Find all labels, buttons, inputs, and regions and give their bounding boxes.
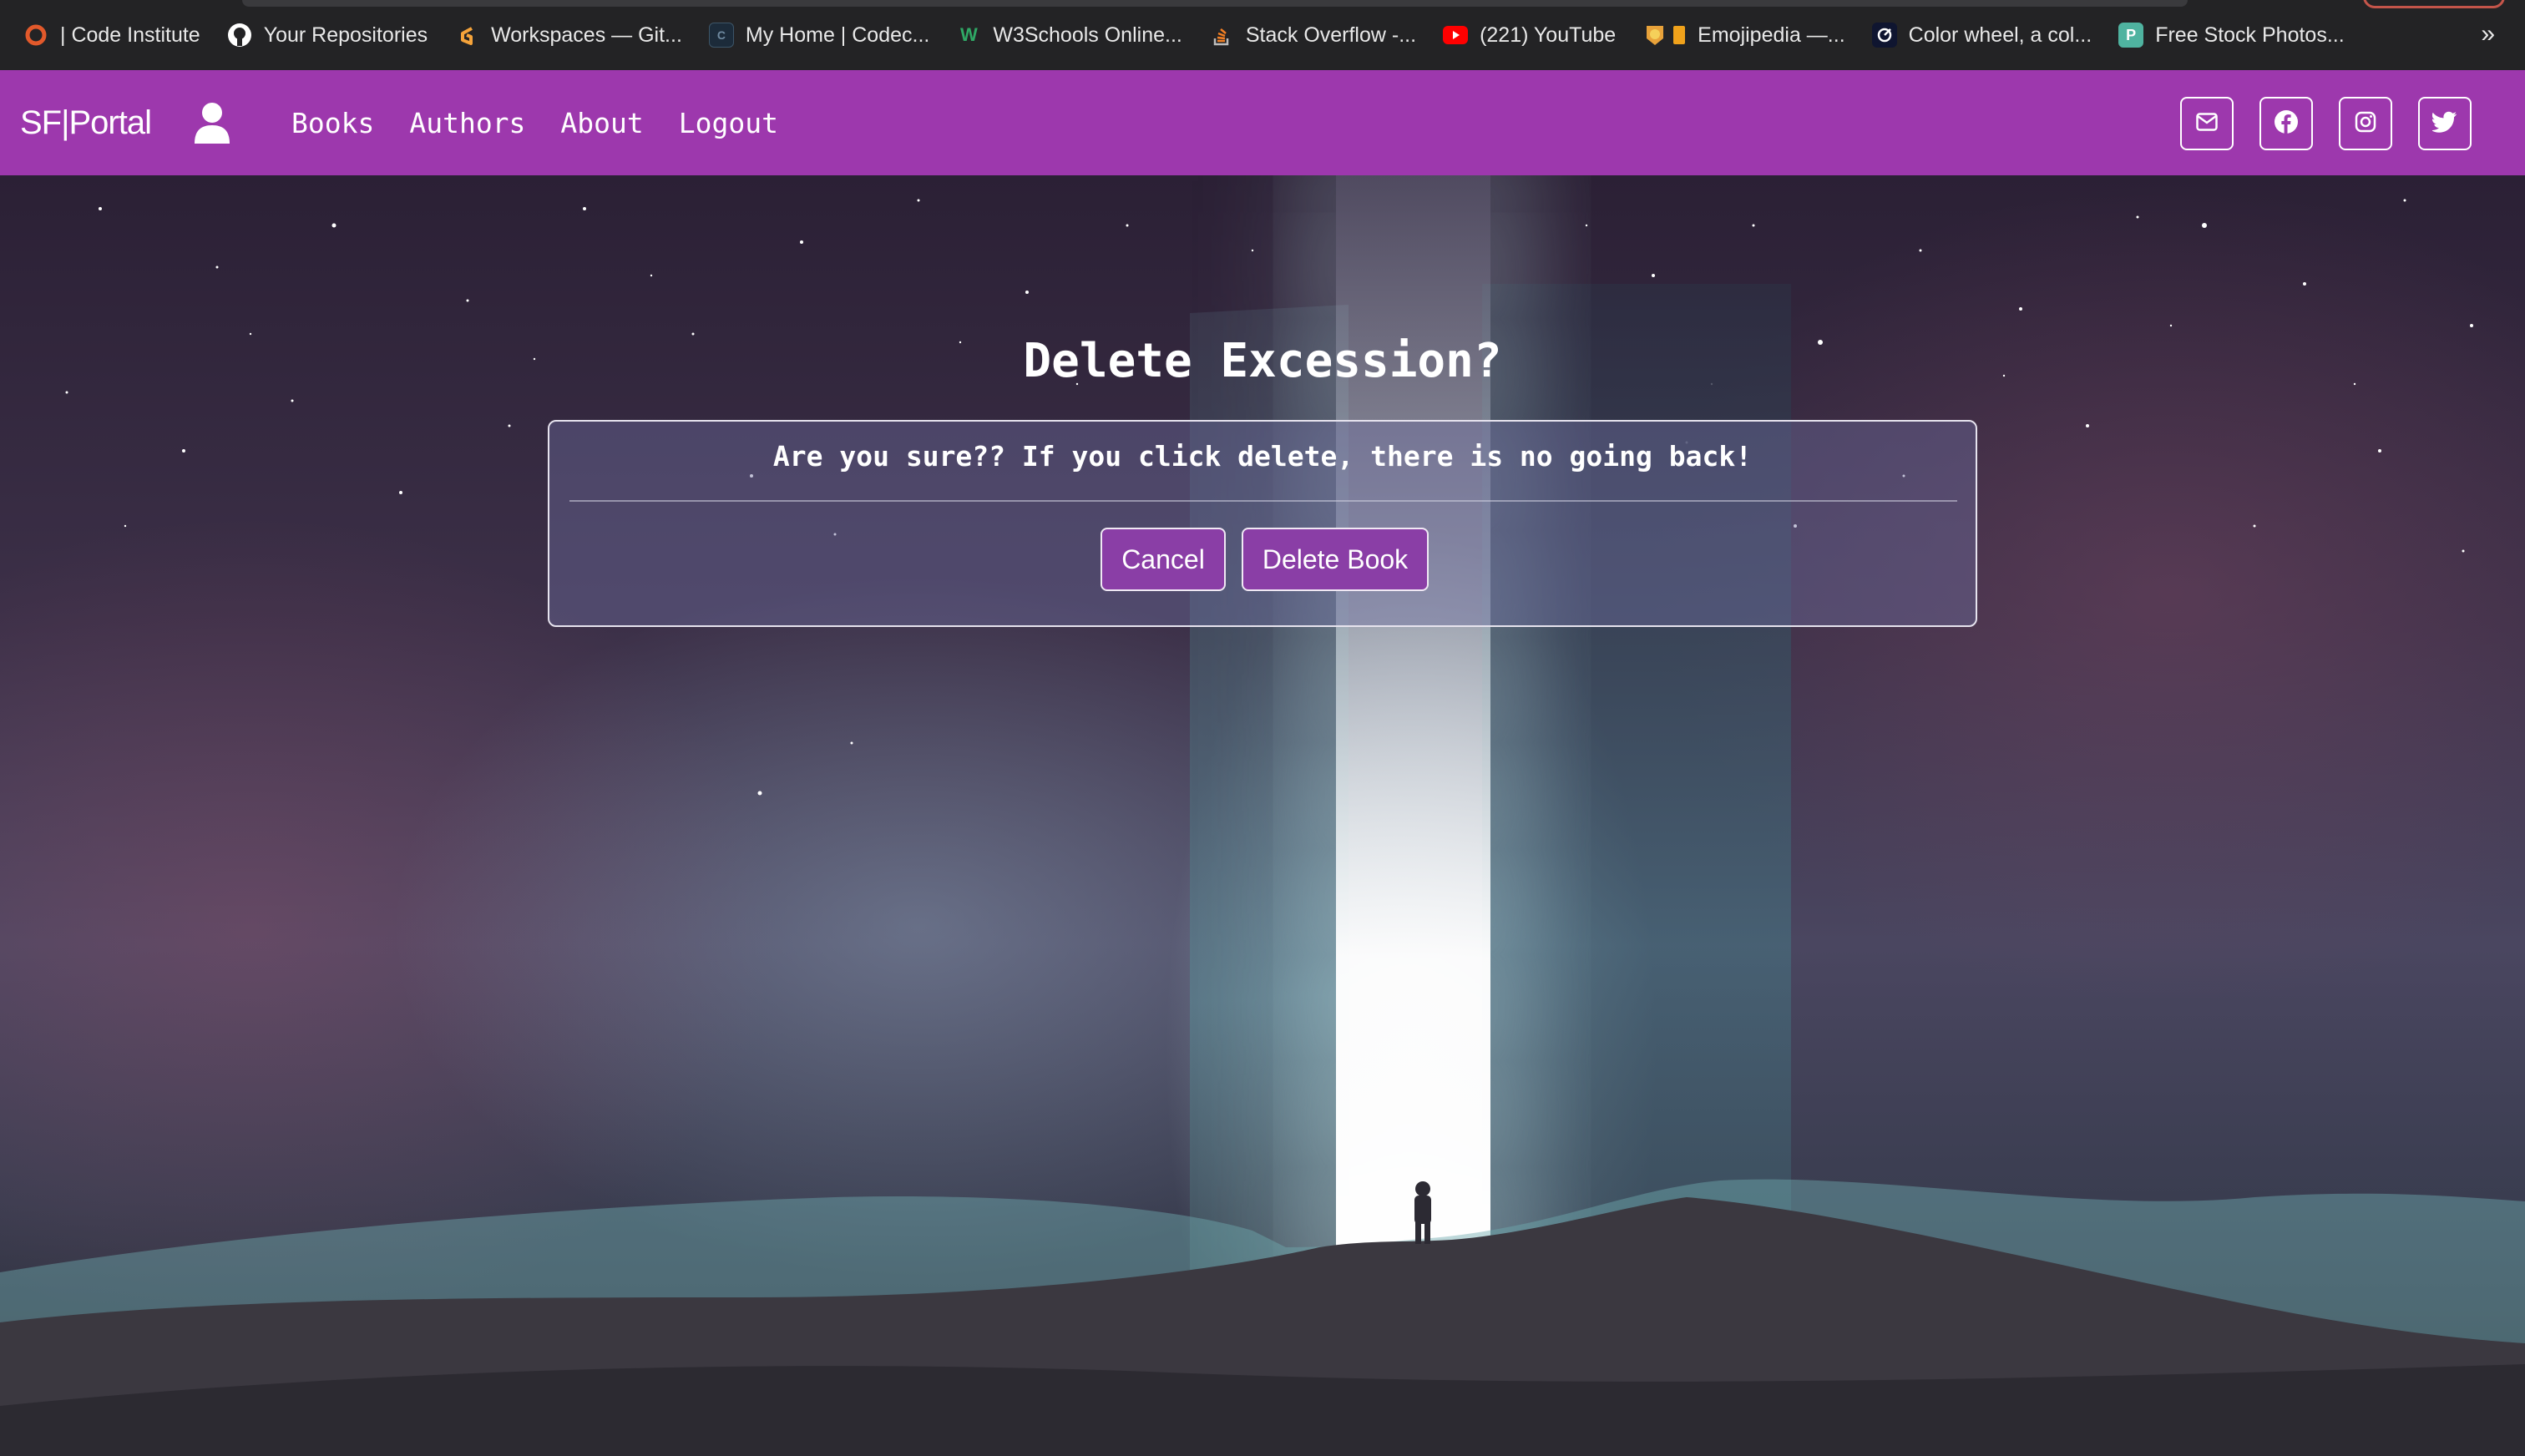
bookmark-youtube[interactable]: (221) YouTube — [1443, 23, 1616, 48]
bookmark-label: Free Stock Photos... — [2155, 23, 2345, 47]
bookmark-code-institute[interactable]: | Code Institute — [23, 23, 200, 48]
stackoverflow-icon — [1209, 23, 1234, 48]
bookmark-colorwheel[interactable]: Color wheel, a col... — [1871, 23, 2092, 48]
bookmark-label: (221) YouTube — [1480, 23, 1617, 47]
twitter-link[interactable] — [2418, 97, 2472, 150]
lone-figure — [1414, 1181, 1431, 1244]
nav-logout[interactable]: Logout — [679, 107, 778, 139]
book-icon — [1672, 23, 1686, 48]
bookmark-workspaces[interactable]: Workspaces — Git... — [454, 23, 682, 48]
bookmark-label: Stack Overflow -... — [1245, 23, 1417, 47]
delete-confirmation-panel: Are you sure?? If you click delete, ther… — [548, 420, 1977, 627]
envelope-icon — [2196, 112, 2218, 135]
bookmark-pexels[interactable]: P Free Stock Photos... — [2118, 23, 2345, 48]
bookmark-label: Emojipedia —... — [1698, 23, 1845, 47]
page-title: Delete Excession? — [1023, 334, 1502, 388]
instagram-icon — [2355, 111, 2376, 137]
bookmark-label: | Code Institute — [60, 23, 200, 47]
bookmark-label: Your Repositories — [263, 23, 428, 47]
bookmarks-overflow-button[interactable]: » — [2481, 20, 2495, 48]
email-link[interactable] — [2180, 97, 2234, 150]
nav-books[interactable]: Books — [291, 107, 374, 139]
bookmark-repositories[interactable]: Your Repositories — [227, 23, 428, 48]
address-bar-edge — [242, 0, 2188, 7]
gitpod-icon — [454, 23, 479, 48]
youtube-icon — [1443, 23, 1469, 48]
pexels-icon: P — [2118, 23, 2144, 48]
github-icon — [227, 23, 252, 48]
w3schools-icon: W — [959, 24, 978, 45]
bookmark-label: My Home | Codec... — [745, 23, 930, 47]
code-institute-icon — [23, 23, 48, 48]
bookmark-emojipedia[interactable]: Emojipedia —... — [1642, 23, 1845, 48]
bookmark-label: W3Schools Online... — [993, 23, 1182, 47]
divider — [569, 500, 1957, 502]
cancel-button[interactable]: Cancel — [1101, 528, 1226, 591]
bookmark-codecademy[interactable]: C My Home | Codec... — [708, 23, 930, 48]
nav-authors[interactable]: Authors — [409, 107, 525, 139]
confirmation-message: Are you sure?? If you click delete, ther… — [772, 440, 1753, 473]
emojipedia-icon — [1642, 23, 1667, 48]
user-icon[interactable] — [193, 102, 231, 144]
codecademy-icon: C — [708, 23, 734, 48]
bookmark-w3schools[interactable]: W W3Schools Online... — [956, 23, 1182, 48]
browser-profile-button[interactable] — [2363, 0, 2505, 8]
bookmark-stackoverflow[interactable]: Stack Overflow -... — [1209, 23, 1416, 48]
bookmark-label: Color wheel, a col... — [1908, 23, 2092, 47]
instagram-link[interactable] — [2339, 97, 2392, 150]
twitter-icon — [2431, 111, 2457, 137]
facebook-icon — [2274, 109, 2299, 139]
colorwheel-icon — [1871, 23, 1897, 48]
facebook-link[interactable] — [2259, 97, 2313, 150]
brand-logo[interactable]: SF|Portal — [20, 104, 152, 142]
bookmarks-bar: | Code Institute Your Repositories Works… — [0, 0, 2525, 70]
delete-book-button[interactable]: Delete Book — [1242, 528, 1429, 591]
nav-about[interactable]: About — [560, 107, 643, 139]
hill-silhouette — [0, 1179, 2525, 1456]
site-navbar: SF|Portal Books Authors About Logout — [0, 70, 2525, 175]
bookmark-label: Workspaces — Git... — [491, 23, 682, 47]
